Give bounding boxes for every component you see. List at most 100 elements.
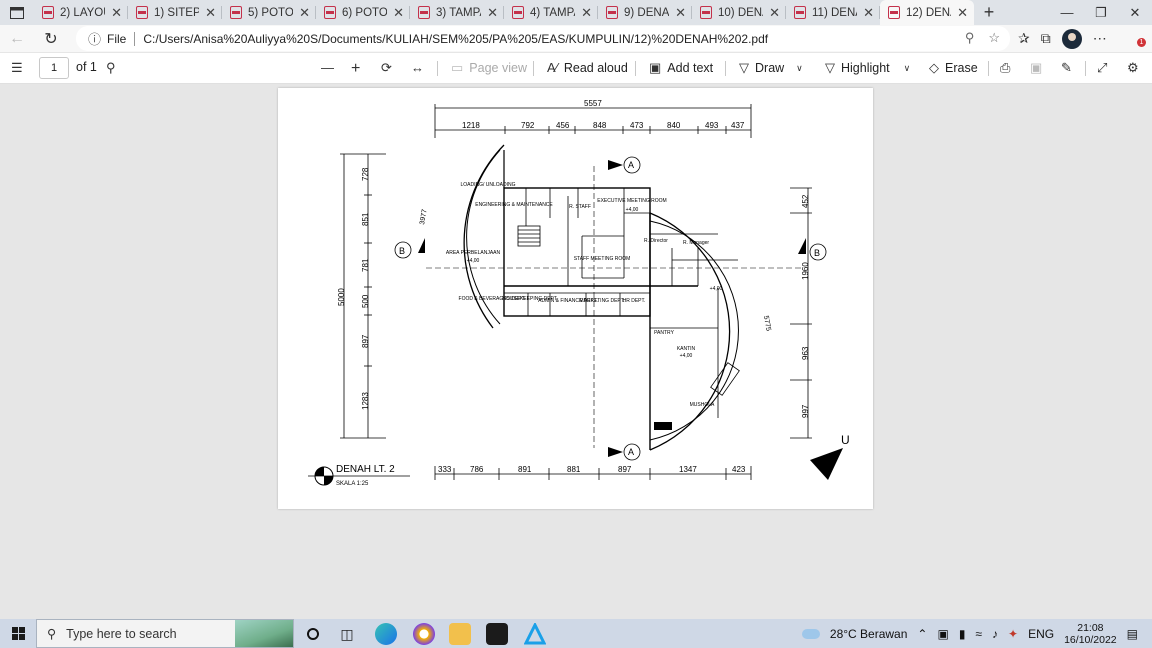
north-label: U	[841, 433, 850, 447]
bottom-dim-1: 333	[438, 465, 452, 474]
clock[interactable]: 21:08 16/10/2022	[1064, 622, 1117, 646]
taskbar-search-input[interactable]: ⚲ Type here to search	[36, 619, 294, 648]
top-dim-2: 792	[521, 121, 535, 130]
right-dim-4: 997	[801, 404, 810, 418]
print-icon[interactable]: ⎙	[1000, 60, 1010, 76]
erase-button[interactable]: ◇ Erase	[929, 60, 978, 76]
pdf-viewport[interactable]: 5557 1218 792 456 848 473 840 493 437 33…	[0, 84, 1152, 619]
draw-icon: ▽	[739, 60, 749, 75]
close-tab-icon[interactable]: ✕	[957, 5, 968, 21]
battery-icon[interactable]: ▮	[959, 627, 966, 641]
close-tab-icon[interactable]: ✕	[487, 5, 498, 21]
add-text-button[interactable]: ▣ Add text	[649, 60, 713, 76]
bottom-dim-7: 423	[732, 465, 746, 474]
info-icon[interactable]: ⓘ	[88, 29, 101, 48]
close-tab-icon[interactable]: ✕	[111, 5, 122, 21]
eraser-icon: ◇	[929, 60, 939, 75]
section-marker-b-left: B	[399, 246, 405, 256]
collections-icon[interactable]: ⧉	[1041, 30, 1051, 47]
close-window-button[interactable]: ✕	[1118, 0, 1152, 25]
room-kantin: KANTIN	[677, 346, 696, 352]
browser-tab[interactable]: 12) DENAH ✕	[880, 0, 974, 25]
search-placeholder: Type here to search	[66, 626, 177, 641]
language-indicator[interactable]: ENG	[1028, 627, 1054, 641]
read-aloud-button[interactable]: A⁄ Read aloud	[547, 60, 628, 75]
bottom-dim-4: 881	[567, 465, 581, 474]
highlight-button[interactable]: ▽ Highlight ∨	[825, 60, 910, 76]
task-view-icon[interactable]: ◫	[336, 623, 358, 645]
left-overall-dim: 5000	[337, 288, 346, 306]
zoom-in-icon[interactable]: +	[351, 60, 360, 78]
drawing-scale: SKALA 1:25	[336, 481, 369, 487]
sketchbook-icon[interactable]	[486, 623, 508, 645]
restore-button[interactable]: ❐	[1084, 0, 1118, 25]
rotate-icon[interactable]: ⟳	[381, 60, 392, 76]
browser-tab[interactable]: 11) DENAH ✕	[786, 0, 880, 25]
right-dim-1: 452	[801, 194, 810, 208]
new-tab-button[interactable]: +	[974, 0, 1004, 25]
save-icon[interactable]: ▣	[1030, 60, 1042, 76]
contents-icon[interactable]: ☰	[11, 60, 23, 76]
close-tab-icon[interactable]: ✕	[581, 5, 592, 21]
bottom-dim-2: 786	[470, 465, 484, 474]
refresh-button[interactable]: ↻	[34, 29, 68, 49]
close-tab-icon[interactable]: ✕	[205, 5, 216, 21]
profile-avatar[interactable]	[1061, 28, 1082, 49]
close-tab-icon[interactable]: ✕	[299, 5, 310, 21]
browser-tab[interactable]: 3) TAMPAK ✕	[410, 0, 504, 25]
notification-badge: 1	[1137, 38, 1146, 47]
clock-time: 21:08	[1077, 621, 1104, 634]
weather-cloud-icon[interactable]	[801, 628, 820, 639]
browser-tab[interactable]: 6) POTONG ✕	[316, 0, 410, 25]
back-button[interactable]: ←	[0, 30, 34, 48]
show-hidden-icons-icon[interactable]: ⌃	[917, 627, 927, 641]
browser-tab[interactable]: 5) POTONG ✕	[222, 0, 316, 25]
page-number-input[interactable]: 1	[39, 57, 69, 79]
top-dim-6: 840	[667, 121, 681, 130]
close-tab-icon[interactable]: ✕	[675, 5, 686, 21]
browser-tab[interactable]: 4) TAMPAK ✕	[504, 0, 598, 25]
meet-now-icon[interactable]: ▣	[937, 627, 948, 641]
cortana-icon[interactable]	[302, 623, 324, 645]
security-icon[interactable]: ✦	[1008, 627, 1018, 641]
chrome-canary-icon[interactable]	[413, 623, 435, 645]
close-tab-icon[interactable]: ✕	[863, 5, 874, 21]
highlight-label: Highlight	[841, 61, 890, 75]
radius-dim-1: 3977	[419, 209, 429, 226]
close-tab-icon[interactable]: ✕	[393, 5, 404, 21]
draw-button[interactable]: ▽ Draw ∨	[739, 60, 803, 76]
pdf-settings-icon[interactable]: ⚙	[1127, 60, 1139, 76]
tab-title: 2) LAYOUT	[60, 6, 105, 19]
start-button[interactable]	[0, 627, 36, 640]
notifications-icon[interactable]: ▤	[1127, 627, 1138, 641]
browser-tab[interactable]: 2) LAYOUT ✕	[34, 0, 128, 25]
autocad-icon[interactable]	[523, 621, 547, 645]
save-as-icon[interactable]: ✎	[1061, 60, 1072, 76]
zoom-icon[interactable]: ⚲	[965, 30, 975, 46]
pdf-file-icon	[794, 6, 806, 19]
browser-tab[interactable]: 1) SITEPLAN ✕	[128, 0, 222, 25]
bottom-dim-3: 891	[518, 465, 532, 474]
favorites-icon[interactable]: ✰	[1018, 30, 1030, 47]
find-icon[interactable]: ⚲	[106, 60, 116, 76]
volume-icon[interactable]: ♪	[992, 627, 998, 641]
zoom-out-icon[interactable]: —	[321, 60, 334, 75]
file-explorer-icon[interactable]	[449, 623, 471, 645]
page-view-button[interactable]: ▭ Page view	[451, 60, 527, 76]
edge-icon[interactable]	[375, 623, 397, 645]
browser-tab[interactable]: 10) DENAH ✕	[692, 0, 786, 25]
minimize-button[interactable]: —	[1050, 0, 1084, 25]
add-favorite-icon[interactable]: ☆	[988, 30, 1000, 46]
fullscreen-icon[interactable]: ⤢	[1097, 60, 1107, 76]
tab-title: 9) DENAH	[624, 6, 670, 19]
address-input[interactable]: ⓘ File C:/Users/Anisa%20Auliyya%20S/Docu…	[76, 26, 1010, 51]
tab-actions-button[interactable]	[0, 0, 34, 25]
fit-page-icon[interactable]: ↔	[411, 60, 424, 75]
browser-tab[interactable]: 9) DENAH ✕	[598, 0, 692, 25]
section-marker-a-top: A	[628, 160, 634, 170]
close-tab-icon[interactable]: ✕	[769, 5, 780, 21]
weather-text[interactable]: 28°C Berawan	[830, 627, 908, 641]
settings-more-icon[interactable]: ⋯	[1093, 30, 1107, 47]
page-total: of 1	[76, 60, 97, 74]
network-icon[interactable]: ≈	[975, 627, 982, 641]
